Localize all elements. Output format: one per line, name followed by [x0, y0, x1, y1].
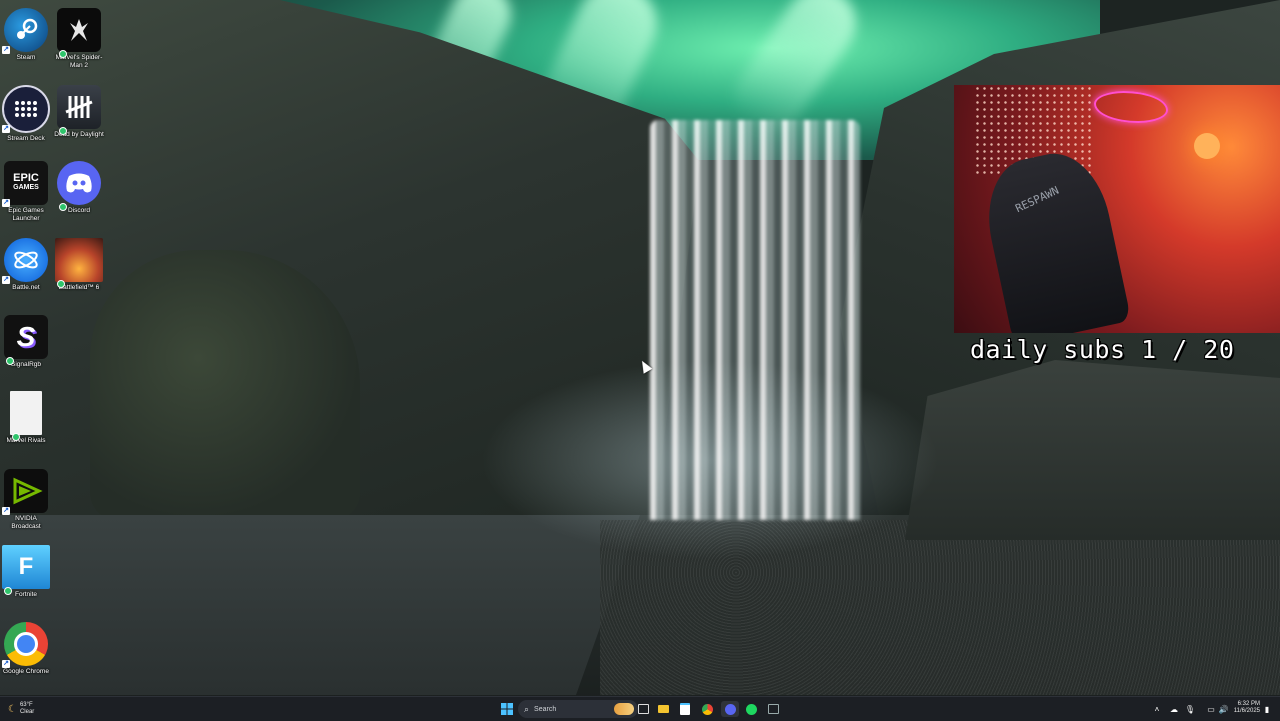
windows-logo-icon — [501, 703, 513, 715]
clock-button[interactable]: 6:32 PM 11/6/2025 — [1228, 699, 1260, 717]
shortcut-arrow-icon: ↗ — [2, 199, 10, 207]
chrome-icon — [701, 703, 713, 715]
search-icon: ⌕ — [524, 703, 530, 714]
weather-desc: Clear — [19, 709, 35, 715]
taskbar: ☾ 63°F Clear ⌕ Search ˄ ☁ 🎙 ▭ 🔊 6:32 PM … — [0, 696, 1280, 721]
chrome-icon: ↗ — [2, 622, 48, 668]
shortcut-arrow-icon: ↗ — [2, 46, 10, 54]
shortcut-arrow-icon: ↗ — [2, 507, 10, 515]
desktop-icon-nvidia-broadcast[interactable]: ↗ NVIDIA Broadcast — [0, 469, 52, 530]
desktop-icon-label: Marvel Rivals — [6, 437, 46, 444]
epic-games-logo-text: EPIC — [13, 172, 39, 184]
battlenet-icon: ↗ — [2, 238, 48, 284]
desktop-icon-label: Google Chrome — [3, 668, 49, 675]
app-window-icon — [767, 704, 779, 714]
taskbar-file-explorer[interactable] — [655, 701, 671, 717]
search-highlight-icon — [614, 703, 634, 715]
battlefield-icon — [55, 238, 103, 288]
discord-icon — [724, 703, 736, 715]
taskbar-app[interactable] — [765, 701, 781, 717]
discord-icon — [57, 161, 101, 211]
task-view-button[interactable] — [636, 701, 650, 717]
taskbar-chrome[interactable] — [699, 701, 715, 717]
desktop-icon-label: NVIDIA Broadcast — [11, 515, 41, 530]
network-icon: ▭ — [1207, 704, 1215, 714]
sync-status-icon — [59, 203, 67, 211]
weather-widget[interactable]: ☾ 63°F Clear — [8, 701, 44, 717]
desktop-icon-label: Battle.net — [12, 284, 40, 291]
weather-temp: 63°F — [19, 702, 33, 708]
store-icon — [680, 703, 690, 715]
webcam-overlay: RESPAWN — [954, 85, 1280, 333]
spotify-icon — [745, 703, 757, 715]
show-hidden-icons-button[interactable]: ˄ — [1152, 701, 1162, 717]
clock-time: 6:32 PM — [1237, 701, 1260, 707]
spiderman-icon — [57, 8, 101, 58]
folder-icon — [657, 705, 669, 713]
sync-status-icon — [12, 433, 20, 441]
desktop-icon-marvel-rivals[interactable]: Marvel Rivals — [0, 391, 52, 445]
moss-rock — [90, 250, 360, 520]
task-view-icon — [637, 704, 649, 714]
shortcut-arrow-icon: ↗ — [2, 125, 10, 133]
sync-status-icon — [59, 127, 67, 135]
desktop-icon-label: Epic Games Launcher — [8, 207, 44, 222]
notification-bell-icon: ▮ — [1264, 704, 1270, 714]
sync-status-icon — [57, 280, 65, 288]
desktop-icon-epic-games[interactable]: EPIC GAMES ↗ Epic Games Launcher — [0, 161, 52, 222]
fortnite-icon: F — [2, 545, 50, 595]
sync-status-icon — [6, 357, 14, 365]
webcam-neon-sign — [1094, 91, 1168, 123]
desktop-icon-spiderman-2[interactable]: Marvel's Spider-Man 2 — [53, 8, 105, 69]
desktop-icon-battlefield-6[interactable]: Battlefield™ 6 — [53, 238, 105, 292]
rock-right — [905, 360, 1280, 540]
desktop-icon-signalrgb[interactable]: S SignalRgb — [0, 315, 52, 369]
tray-microphone[interactable]: 🎙 — [1184, 701, 1196, 717]
desktop-icon-steam[interactable]: ↗ Steam — [0, 8, 52, 62]
taskbar-store[interactable] — [677, 701, 693, 717]
desktop-icon-dead-by-daylight[interactable]: Dead by Daylight — [53, 85, 105, 139]
epic-games-icon: EPIC GAMES ↗ — [2, 161, 48, 207]
file-icon — [10, 391, 42, 441]
weather-moon-icon: ☾ — [8, 703, 17, 715]
steam-icon: ↗ — [2, 8, 48, 54]
shortcut-arrow-icon: ↗ — [2, 276, 10, 284]
shortcut-arrow-icon: ↗ — [2, 660, 10, 668]
tray-onedrive[interactable]: ☁ — [1168, 701, 1180, 717]
desktop-icon-stream-deck[interactable]: ↗ Stream Deck — [0, 85, 52, 143]
desktop-icon-label: Steam — [16, 54, 36, 61]
taskbar-spotify[interactable] — [743, 701, 759, 717]
daily-subs-counter: daily subs 1 / 20 — [970, 335, 1235, 364]
signalrgb-icon: S — [4, 315, 48, 365]
notifications-button[interactable]: ▮ — [1262, 701, 1272, 717]
chevron-up-icon: ˄ — [1154, 704, 1160, 714]
cloud-icon: ☁ — [1170, 704, 1178, 714]
stream-deck-icon: ↗ — [2, 85, 50, 133]
desktop-icon-battlenet[interactable]: ↗ Battle.net — [0, 238, 52, 292]
microphone-icon: 🎙 — [1184, 704, 1196, 714]
desktop-icon-fortnite[interactable]: F Fortnite — [0, 545, 52, 599]
taskbar-search-box[interactable]: ⌕ Search — [518, 700, 638, 718]
dead-by-daylight-icon — [57, 85, 101, 135]
desktop-icon-label: Stream Deck — [7, 135, 45, 142]
desktop-icon-discord[interactable]: Discord — [53, 161, 105, 215]
epic-games-logo-text: GAMES — [13, 184, 39, 191]
desktop-icon-google-chrome[interactable]: ↗ Google Chrome — [0, 622, 52, 676]
sync-status-icon — [4, 587, 12, 595]
taskbar-discord[interactable] — [721, 701, 739, 717]
search-placeholder: Search — [534, 705, 557, 713]
sync-status-icon — [59, 50, 67, 58]
clock-date: 11/6/2025 — [1233, 708, 1260, 714]
start-button[interactable] — [500, 701, 514, 717]
nvidia-icon: ↗ — [2, 469, 48, 515]
waterfall — [650, 120, 860, 520]
webcam-lamp — [1194, 133, 1220, 159]
